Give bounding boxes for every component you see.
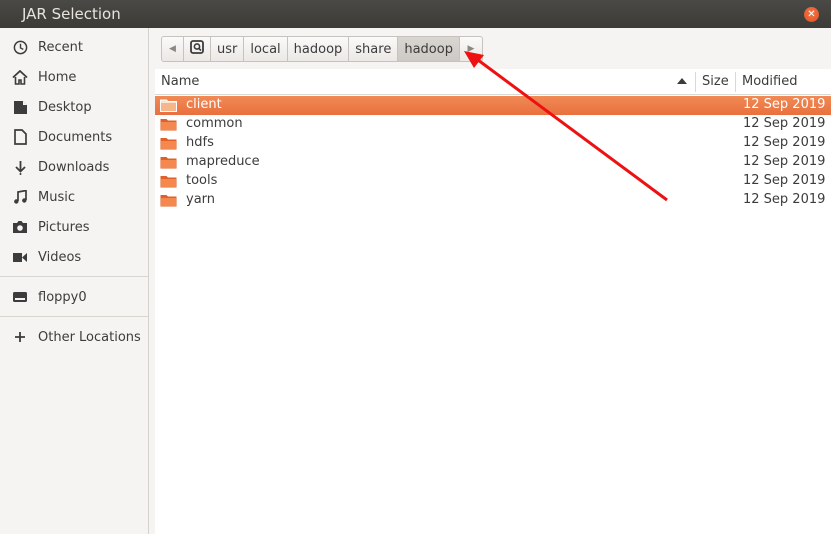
sidebar-item-label: Pictures [38, 219, 90, 235]
close-button[interactable]: ✕ [804, 7, 819, 22]
path-scroll-right-button[interactable]: ▶ [460, 37, 482, 61]
folder-icon [160, 138, 177, 150]
file-row-hdfs[interactable]: hdfs 12 Sep 2019 [155, 134, 831, 153]
sidebar-item-label: Music [38, 189, 75, 205]
sidebar-divider [0, 276, 148, 277]
home-icon [11, 68, 29, 86]
file-name: client [186, 97, 222, 112]
sidebar-item-label: Desktop [38, 99, 92, 115]
file-modified: 12 Sep 2019 [743, 173, 826, 188]
sidebar-item-documents[interactable]: Documents [0, 124, 148, 150]
column-modified-header[interactable]: Modified [742, 69, 797, 95]
drive-root-icon [190, 40, 204, 58]
file-modified: 12 Sep 2019 [743, 135, 826, 150]
file-name: common [186, 116, 243, 131]
video-icon [11, 248, 29, 266]
download-icon [11, 158, 29, 176]
file-name: hdfs [186, 135, 214, 150]
file-modified: 12 Sep 2019 [743, 192, 826, 207]
file-row-client[interactable]: client 12 Sep 2019 [155, 96, 831, 115]
column-size-header[interactable]: Size [702, 69, 729, 95]
document-icon [11, 128, 29, 146]
sidebar-item-home[interactable]: Home [0, 64, 148, 90]
places-sidebar: Recent Home Desktop Documents Downloads [0, 28, 149, 534]
sidebar-divider [0, 316, 148, 317]
jar-selection-dialog: JAR Selection ✕ Recent Home Desktop Docu… [0, 0, 831, 534]
sidebar-item-floppy0[interactable]: floppy0 [0, 284, 148, 310]
sidebar-item-label: Downloads [38, 159, 110, 175]
path-segment-hadoop[interactable]: hadoop [288, 37, 350, 61]
close-icon: ✕ [807, 9, 816, 20]
sidebar-item-label: Documents [38, 129, 113, 145]
chevron-right-icon: ▶ [467, 44, 475, 54]
path-root-button[interactable] [184, 37, 211, 61]
file-name: tools [186, 173, 218, 188]
window-title: JAR Selection [22, 5, 121, 23]
path-segment-hadoop-current[interactable]: hadoop [398, 37, 460, 61]
folder-icon [160, 176, 177, 188]
file-modified: 12 Sep 2019 [743, 154, 826, 169]
sidebar-item-desktop[interactable]: Desktop [0, 94, 148, 120]
path-scroll-left-button[interactable]: ◀ [162, 37, 184, 61]
clock-icon [11, 38, 29, 56]
sidebar-item-label: Videos [38, 249, 82, 265]
path-segment-usr[interactable]: usr [211, 37, 245, 61]
file-modified: 12 Sep 2019 [743, 97, 826, 112]
folder-icon [160, 157, 177, 169]
desktop-icon [11, 98, 29, 116]
drive-icon [11, 288, 29, 306]
file-list: Name Size Modified client 12 Sep 2019 co… [155, 69, 831, 534]
folder-icon [160, 99, 177, 112]
folder-icon [160, 119, 177, 131]
sidebar-item-music[interactable]: Music [0, 184, 148, 210]
file-row-common[interactable]: common 12 Sep 2019 [155, 115, 831, 134]
file-name: mapreduce [186, 154, 260, 169]
sidebar-item-videos[interactable]: Videos [0, 244, 148, 270]
column-divider [695, 72, 696, 92]
camera-icon [11, 218, 29, 236]
folder-icon [160, 195, 177, 207]
sidebar-item-downloads[interactable]: Downloads [0, 154, 148, 180]
sidebar-item-other-locations[interactable]: Other Locations [0, 324, 148, 350]
sidebar-item-label: Home [38, 69, 77, 85]
sort-ascending-icon [677, 78, 687, 84]
file-row-yarn[interactable]: yarn 12 Sep 2019 [155, 191, 831, 210]
path-bar: ◀ usr local hadoop share hadoop ▶ [161, 36, 483, 62]
file-row-tools[interactable]: tools 12 Sep 2019 [155, 172, 831, 191]
path-segment-share[interactable]: share [349, 37, 399, 61]
column-header: Name Size Modified [155, 69, 831, 95]
plus-icon [11, 328, 29, 346]
file-row-mapreduce[interactable]: mapreduce 12 Sep 2019 [155, 153, 831, 172]
column-divider [735, 72, 736, 92]
path-segment-local[interactable]: local [244, 37, 288, 61]
titlebar: JAR Selection ✕ [0, 0, 831, 28]
sidebar-item-label: floppy0 [38, 289, 87, 305]
sidebar-item-pictures[interactable]: Pictures [0, 214, 148, 240]
file-modified: 12 Sep 2019 [743, 116, 826, 131]
sidebar-item-label: Other Locations [38, 329, 141, 345]
file-name: yarn [186, 192, 216, 207]
chevron-left-icon: ◀ [169, 44, 176, 54]
sidebar-item-recent[interactable]: Recent [0, 34, 148, 60]
column-name-header[interactable]: Name [161, 69, 199, 95]
music-icon [11, 188, 29, 206]
sidebar-item-label: Recent [38, 39, 83, 55]
